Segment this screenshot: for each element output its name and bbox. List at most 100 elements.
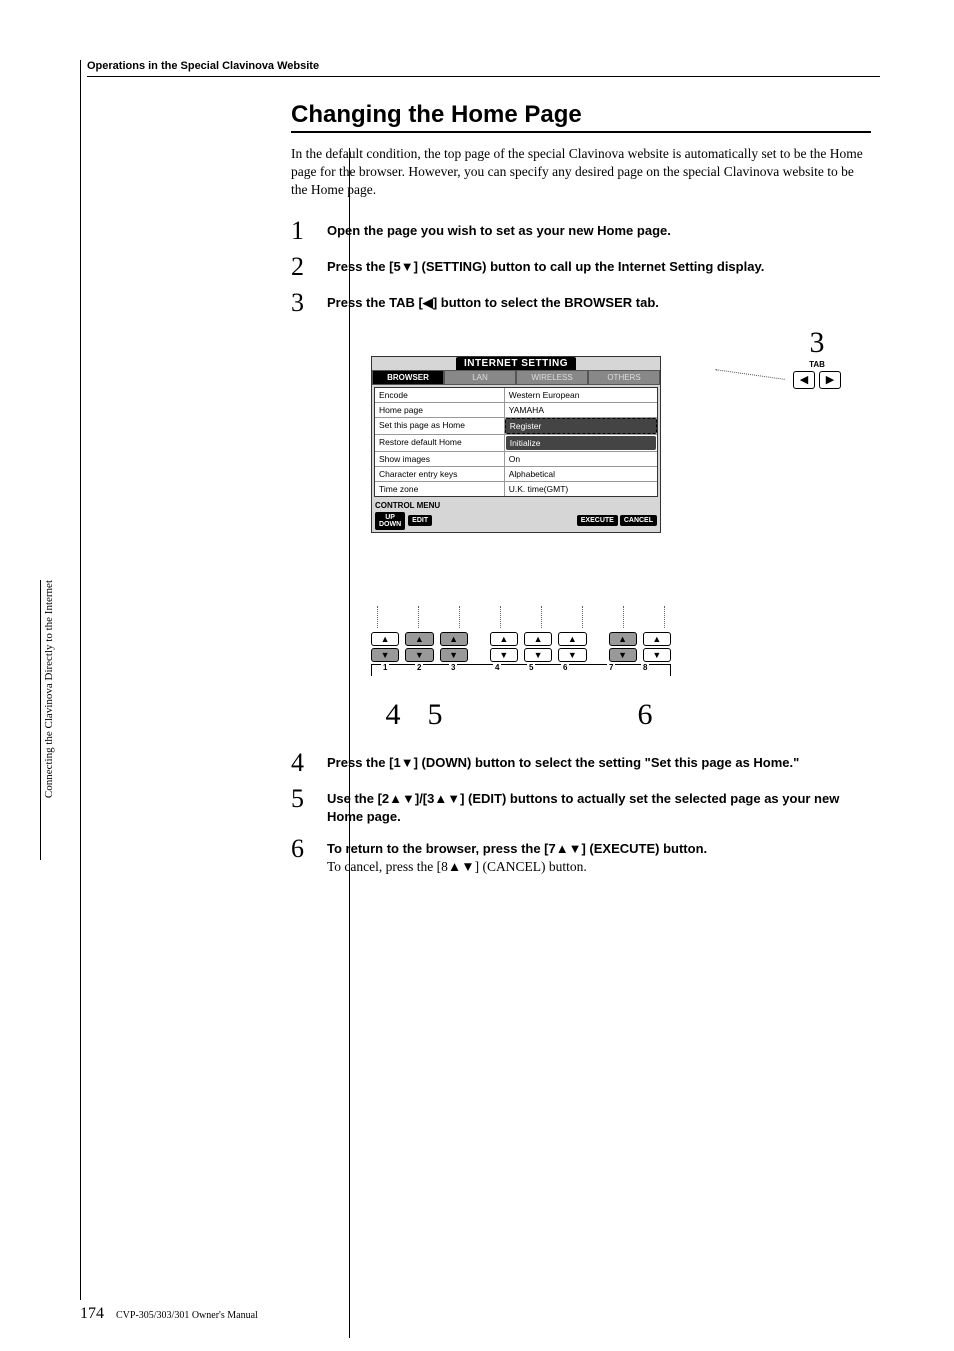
tab-browser[interactable]: BROWSER — [372, 370, 444, 385]
cm-cancel-button[interactable]: CANCEL — [620, 515, 657, 526]
tab-callout: 3 TAB ◀ ▶ — [793, 326, 841, 389]
step-text: Press the TAB [◀] button to select the B… — [327, 295, 659, 310]
setting-row: Character entry keys Alphabetical — [375, 467, 657, 482]
down-button[interactable]: ▼ — [643, 648, 671, 662]
btn-label-3: 3 — [449, 663, 457, 672]
button-7: ▲ ▼ — [609, 632, 637, 662]
tab-right-button[interactable]: ▶ — [819, 371, 841, 389]
manual-reference: CVP-305/303/301 Owner's Manual — [116, 1310, 258, 1321]
bottom-callouts: 4 5 6 — [371, 698, 671, 732]
setting-value-register[interactable]: Register — [505, 418, 657, 434]
cm-down-label: DOWN — [379, 521, 401, 528]
setting-value: On — [505, 452, 657, 466]
step-number: 6 — [291, 836, 327, 862]
button-3: ▲ ▼ — [440, 632, 468, 662]
tab-lan[interactable]: LAN — [444, 370, 516, 385]
panel-tabs: BROWSER LAN WIRELESS OTHERS — [372, 370, 660, 385]
step-text-bold: To return to the browser, press the [7▲▼… — [327, 841, 707, 856]
down-button[interactable]: ▼ — [558, 648, 586, 662]
setting-value: Alphabetical — [505, 467, 657, 481]
callout-number-5: 5 — [415, 698, 455, 732]
diagram: 3 TAB ◀ ▶ INTERNET SETTING BROWSER LAN W… — [291, 326, 871, 736]
setting-value: Western European — [505, 388, 657, 402]
cm-up-label: UP — [379, 514, 401, 521]
btn-label-8: 8 — [641, 663, 649, 672]
button-5: ▲ ▼ — [524, 632, 552, 662]
callout-number-4: 4 — [371, 698, 415, 732]
step-2: 2 Press the [5▼] (SETTING) button to cal… — [291, 254, 871, 280]
step-number: 5 — [291, 786, 327, 812]
breadcrumb-rule — [87, 76, 880, 77]
heading-rule — [291, 131, 871, 133]
intro-paragraph: In the default condition, the top page o… — [291, 145, 871, 200]
button-8: ▲ ▼ — [643, 632, 671, 662]
down-button[interactable]: ▼ — [405, 648, 433, 662]
down-button[interactable]: ▼ — [371, 648, 399, 662]
step-text: Press the [1▼] (DOWN) button to select t… — [327, 755, 799, 770]
tab-left-button[interactable]: ◀ — [793, 371, 815, 389]
panel-title: INTERNET SETTING — [456, 357, 576, 370]
cm-edit-button[interactable]: EDIT — [408, 515, 432, 526]
setting-value-initialize[interactable]: Initialize — [506, 436, 656, 450]
page-title: Changing the Home Page — [291, 101, 871, 129]
button-2: ▲ ▼ — [405, 632, 433, 662]
setting-label: Time zone — [375, 482, 505, 496]
btn-label-2: 2 — [415, 663, 423, 672]
setting-row: Encode Western European — [375, 388, 657, 403]
btn-label-4: 4 — [493, 663, 501, 672]
control-menu-label: CONTROL MENU — [375, 501, 657, 510]
up-button[interactable]: ▲ — [524, 632, 552, 646]
control-menu: CONTROL MENU UP DOWN EDIT EXECUTE CANCEL — [372, 499, 660, 532]
setting-value: U.K. time(GMT) — [505, 482, 657, 496]
setting-label: Encode — [375, 388, 505, 402]
setting-label: Restore default Home — [375, 435, 505, 451]
button-6: ▲ ▼ — [558, 632, 586, 662]
btn-label-1: 1 — [381, 663, 389, 672]
setting-label: Home page — [375, 403, 505, 417]
btn-label-7: 7 — [607, 663, 615, 672]
settings-grid: Encode Western European Home page YAMAHA… — [374, 387, 658, 497]
down-button[interactable]: ▼ — [490, 648, 518, 662]
step-text: Use the [2▲▼]/[3▲▼] (EDIT) buttons to ac… — [327, 791, 839, 824]
down-button[interactable]: ▼ — [609, 648, 637, 662]
button-1: ▲ ▼ — [371, 632, 399, 662]
down-button[interactable]: ▼ — [440, 648, 468, 662]
cm-execute-button[interactable]: EXECUTE — [577, 515, 618, 526]
sidebar-section-title: Connecting the Clavinova Directly to the… — [40, 580, 55, 860]
step-number: 2 — [291, 254, 327, 280]
callout-number-6: 6 — [623, 698, 667, 732]
button-4: ▲ ▼ — [490, 632, 518, 662]
setting-row: Show images On — [375, 452, 657, 467]
tab-others[interactable]: OTHERS — [588, 370, 660, 385]
button-number-labels: 1 2 3 4 5 6 7 8 — [371, 664, 671, 682]
button-row: ▲ ▼ ▲ ▼ ▲ ▼ ▲ ▼ — [371, 606, 671, 682]
up-button[interactable]: ▲ — [558, 632, 586, 646]
step-text: Open the page you wish to set as your ne… — [327, 223, 671, 238]
tab-label: TAB — [793, 360, 841, 369]
setting-row: Restore default Home Initialize — [375, 435, 657, 452]
up-button[interactable]: ▲ — [609, 632, 637, 646]
callout-leader-line — [715, 369, 784, 380]
setting-row: Set this page as Home Register — [375, 418, 657, 435]
up-button[interactable]: ▲ — [405, 632, 433, 646]
btn-label-5: 5 — [527, 663, 535, 672]
callout-number-3: 3 — [793, 326, 841, 360]
setting-value: YAMAHA — [505, 403, 657, 417]
breadcrumb: Operations in the Special Clavinova Webs… — [87, 60, 880, 72]
setting-label: Show images — [375, 452, 505, 466]
step-number: 1 — [291, 218, 327, 244]
cm-updown-button[interactable]: UP DOWN — [375, 512, 405, 530]
setting-row: Home page YAMAHA — [375, 403, 657, 418]
setting-row: Time zone U.K. time(GMT) — [375, 482, 657, 496]
step-number: 3 — [291, 290, 327, 316]
down-button[interactable]: ▼ — [524, 648, 552, 662]
step-number: 4 — [291, 750, 327, 776]
up-button[interactable]: ▲ — [440, 632, 468, 646]
step-6: 6 To return to the browser, press the [7… — [291, 836, 871, 876]
up-button[interactable]: ▲ — [371, 632, 399, 646]
tab-wireless[interactable]: WIRELESS — [516, 370, 588, 385]
up-button[interactable]: ▲ — [643, 632, 671, 646]
btn-label-6: 6 — [561, 663, 569, 672]
leader-dots — [371, 606, 671, 628]
up-button[interactable]: ▲ — [490, 632, 518, 646]
